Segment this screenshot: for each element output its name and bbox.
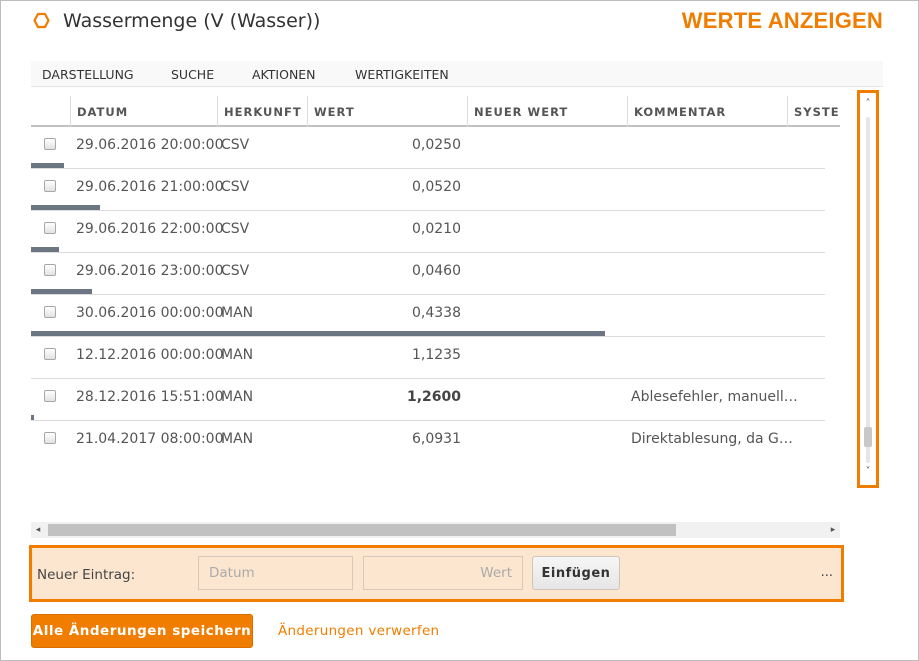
table-row[interactable]: 12.12.2016 00:00:00 MAN 1,1235 bbox=[31, 337, 825, 379]
grid-column-header: Datum Herkunft Wert Neuer Wert Kommentar… bbox=[31, 96, 840, 127]
scroll-down-icon[interactable]: ˅ bbox=[860, 465, 876, 479]
cell-datum: 29.06.2016 23:00:00 bbox=[76, 263, 224, 279]
cell-kommentar: Ablesefehler, manuell… bbox=[631, 389, 798, 405]
cell-wert: 0,0250 bbox=[412, 137, 461, 153]
menu-item-aktionen[interactable]: Aktionen bbox=[252, 67, 316, 82]
value-level-bar bbox=[31, 205, 100, 210]
grid-menubar: Darstellung Suche Aktionen Wertigkeiten bbox=[31, 61, 883, 87]
cell-datum: 28.12.2016 15:51:00 bbox=[76, 389, 224, 405]
value-level-bar bbox=[31, 331, 605, 336]
menu-item-suche[interactable]: Suche bbox=[171, 67, 214, 82]
horizontal-scrollbar[interactable]: ◂ ▸ bbox=[31, 522, 840, 538]
discard-changes-link[interactable]: Änderungen verwerfen bbox=[278, 623, 439, 639]
cell-herkunft: CSV bbox=[221, 263, 250, 279]
cell-datum: 29.06.2016 22:00:00 bbox=[76, 221, 224, 237]
column-header-herkunft[interactable]: Herkunft bbox=[217, 96, 307, 127]
vertical-scroll-track[interactable] bbox=[866, 117, 870, 463]
menu-item-wertigkeiten[interactable]: Wertigkeiten bbox=[355, 67, 449, 82]
column-header-wert[interactable]: Wert bbox=[307, 96, 467, 127]
cell-wert: 0,4338 bbox=[412, 305, 461, 321]
cell-wert: 0,0210 bbox=[412, 221, 461, 237]
row-checkbox[interactable] bbox=[44, 306, 56, 318]
table-row[interactable]: 29.06.2016 21:00:00 CSV 0,0520 bbox=[31, 169, 825, 211]
table-row[interactable]: 29.06.2016 22:00:00 CSV 0,0210 bbox=[31, 211, 825, 253]
cell-datum: 12.12.2016 00:00:00 bbox=[76, 347, 224, 363]
table-row[interactable]: 29.06.2016 23:00:00 CSV 0,0460 bbox=[31, 253, 825, 295]
scroll-right-icon[interactable]: ▸ bbox=[826, 522, 840, 538]
row-checkbox[interactable] bbox=[44, 390, 56, 402]
cell-wert: 1,2600 bbox=[406, 389, 461, 405]
value-level-bar bbox=[31, 415, 34, 420]
horizontal-scroll-thumb[interactable] bbox=[48, 524, 676, 536]
cell-wert: 0,0520 bbox=[412, 179, 461, 195]
row-checkbox[interactable] bbox=[44, 348, 56, 360]
cell-datum: 30.06.2016 00:00:00 bbox=[76, 305, 224, 321]
row-checkbox[interactable] bbox=[44, 432, 56, 444]
cell-herkunft: CSV bbox=[221, 221, 250, 237]
menu-item-darstellung[interactable]: Darstellung bbox=[42, 67, 134, 82]
cell-herkunft: CSV bbox=[221, 137, 250, 153]
insert-button[interactable]: Einfügen bbox=[532, 556, 620, 590]
table-row[interactable]: 21.04.2017 08:00:00 MAN 6,0931 Direktablesu… bbox=[31, 421, 825, 462]
table-row[interactable]: 28.12.2016 15:51:00 MAN 1,2600 Ablesefehler… bbox=[31, 379, 825, 421]
value-level-bar bbox=[31, 247, 59, 252]
vertical-scrollbar[interactable]: ˄ ˅ bbox=[857, 90, 879, 488]
new-entry-row: Neuer Eintrag: Einfügen ... bbox=[29, 545, 844, 602]
value-level-bar bbox=[31, 163, 64, 168]
cell-kommentar: Direktablesung, da G… bbox=[631, 431, 793, 447]
new-entry-date-input[interactable] bbox=[198, 556, 353, 590]
cell-herkunft: CSV bbox=[221, 179, 250, 195]
row-checkbox[interactable] bbox=[44, 138, 56, 150]
cell-herkunft: MAN bbox=[221, 431, 254, 447]
column-header-neuer-wert[interactable]: Neuer Wert bbox=[467, 96, 627, 127]
cell-herkunft: MAN bbox=[221, 305, 254, 321]
cell-wert: 6,0931 bbox=[412, 431, 461, 447]
table-row[interactable]: 29.06.2016 20:00:00 CSV 0,0250 bbox=[31, 127, 825, 169]
cell-datum: 29.06.2016 20:00:00 bbox=[76, 137, 224, 153]
column-header-system[interactable]: Systen bbox=[787, 96, 840, 127]
column-header-kommentar[interactable]: Kommentar bbox=[627, 96, 787, 127]
vertical-scroll-thumb[interactable] bbox=[864, 426, 872, 447]
row-checkbox[interactable] bbox=[44, 264, 56, 276]
cell-herkunft: MAN bbox=[221, 389, 254, 405]
row-checkbox[interactable] bbox=[44, 180, 56, 192]
cell-wert: 0,0460 bbox=[412, 263, 461, 279]
new-entry-value-input[interactable] bbox=[363, 556, 523, 590]
save-all-button[interactable]: Alle Änderungen speichern bbox=[31, 614, 253, 648]
cell-wert: 1,1235 bbox=[412, 347, 461, 363]
table-row[interactable]: 30.06.2016 00:00:00 MAN 0,4338 bbox=[31, 295, 825, 337]
cell-herkunft: MAN bbox=[221, 347, 254, 363]
hexagon-icon bbox=[33, 12, 50, 29]
more-options-button[interactable]: ... bbox=[821, 565, 833, 580]
cell-datum: 29.06.2016 21:00:00 bbox=[76, 179, 224, 195]
cell-datum: 21.04.2017 08:00:00 bbox=[76, 431, 224, 447]
scroll-up-icon[interactable]: ˄ bbox=[860, 97, 876, 111]
values-grid: Datum Herkunft Wert Neuer Wert Kommentar… bbox=[31, 96, 840, 462]
section-title: WERTE ANZEIGEN bbox=[681, 8, 883, 33]
column-header-datum[interactable]: Datum bbox=[70, 96, 217, 127]
scroll-left-icon[interactable]: ◂ bbox=[31, 522, 45, 538]
new-entry-label: Neuer Eintrag: bbox=[37, 567, 136, 583]
row-checkbox[interactable] bbox=[44, 222, 56, 234]
value-level-bar bbox=[31, 289, 92, 294]
page-title: Wassermenge (V (Wasser)) bbox=[63, 10, 321, 32]
